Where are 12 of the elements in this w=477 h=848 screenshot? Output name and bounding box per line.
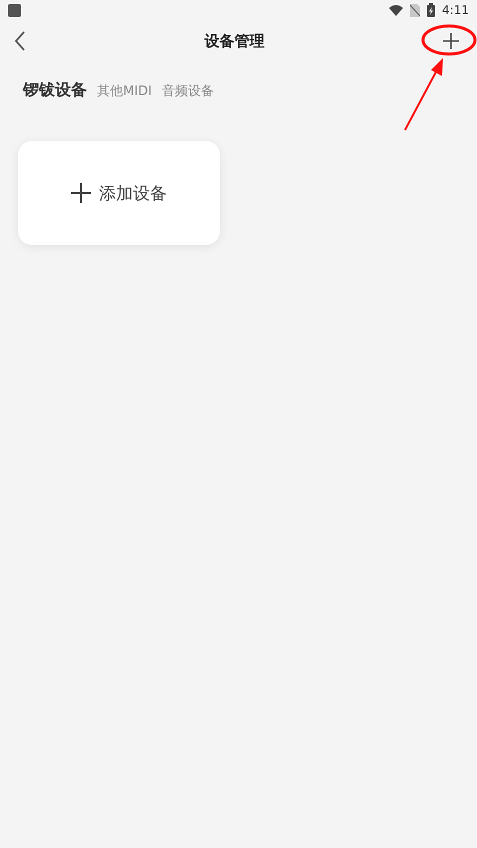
status-time: 4:11 xyxy=(442,3,469,17)
wifi-icon xyxy=(389,4,404,16)
battery-icon xyxy=(427,3,436,17)
add-icon[interactable] xyxy=(443,33,459,49)
plus-icon xyxy=(71,183,91,203)
annotation-ellipse xyxy=(422,24,476,56)
tab[interactable]: 锣钹设备 xyxy=(23,80,87,101)
notification-icon xyxy=(8,4,21,16)
page-title: 设备管理 xyxy=(204,32,264,50)
no-sim-icon xyxy=(410,4,420,16)
back-icon[interactable] xyxy=(14,31,26,51)
add-device-card[interactable]: 添加设备 xyxy=(18,141,220,245)
